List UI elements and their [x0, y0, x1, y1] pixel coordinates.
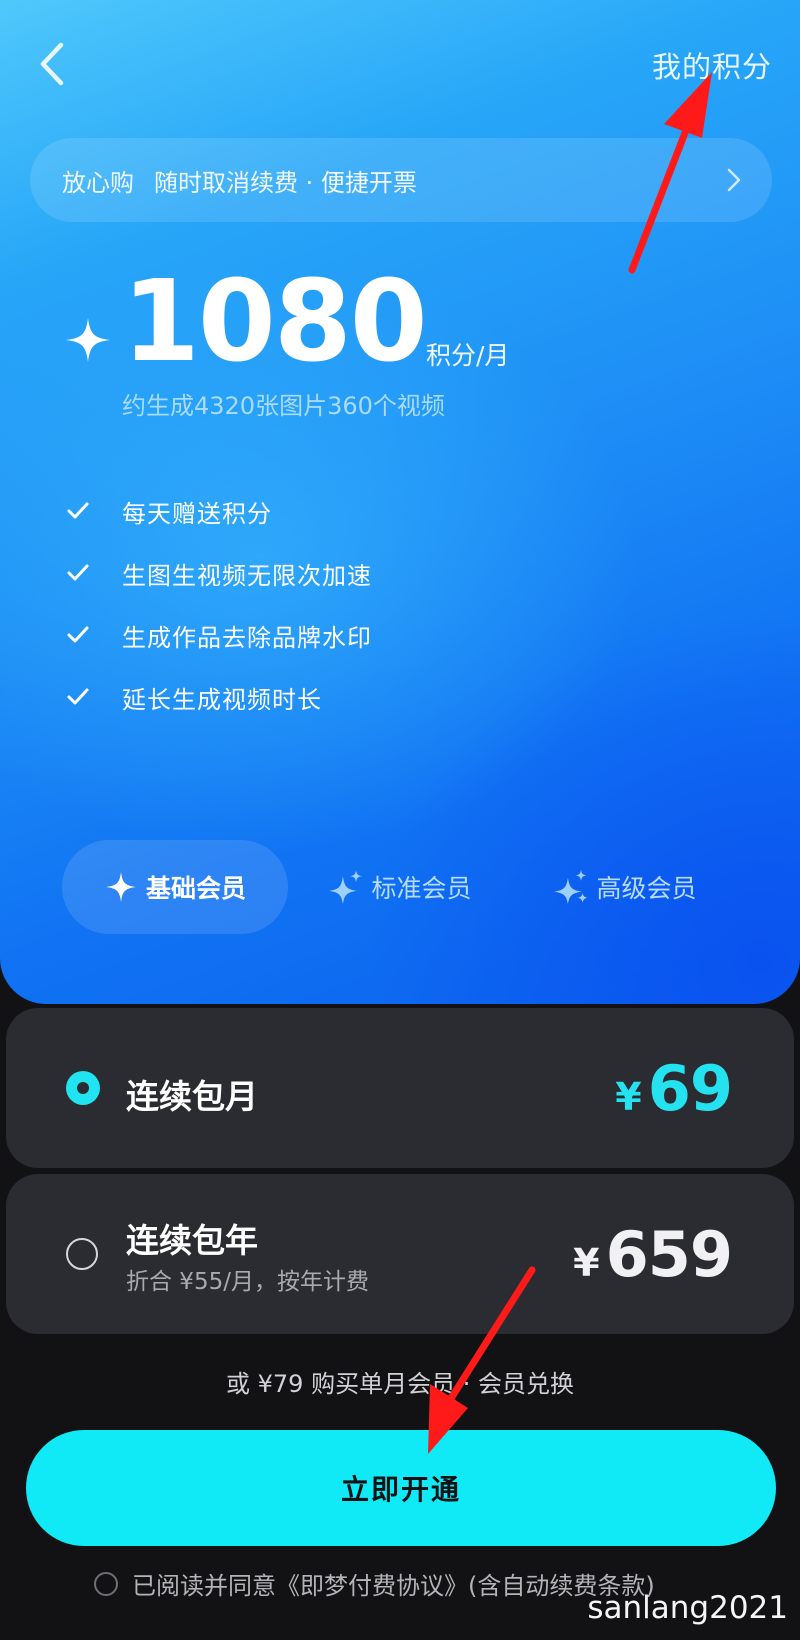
plan-name: 连续包月 [126, 1077, 258, 1116]
feature-item: 延长生成视频时长 [64, 666, 372, 728]
back-button[interactable] [28, 38, 76, 90]
membership-page: 我的积分 放心购 随时取消续费 · 便捷开票 1080 积分/月 约生成4320… [0, 0, 800, 1640]
subscribe-button[interactable]: 立即开通 [26, 1430, 776, 1546]
alt-purchase-link[interactable]: 或 ¥79 购买单月会员 · 会员兑换 [0, 1364, 800, 1399]
tab-basic-member[interactable]: 基础会员 [62, 840, 288, 934]
feature-item: 生成作品去除品牌水印 [64, 604, 372, 666]
feature-list: 每天赠送积分 生图生视频无限次加速 生成作品去除品牌水印 延长生成视频时长 [64, 480, 372, 728]
feature-label: 生成作品去除品牌水印 [122, 623, 372, 652]
tab-label: 基础会员 [145, 874, 246, 903]
currency-symbol: ¥ [615, 1075, 642, 1119]
points-subtitle: 约生成4320张图片360个视频 [122, 392, 445, 420]
sparkles-icon [554, 870, 588, 904]
plan-price: ¥ 69 [615, 1052, 733, 1125]
check-icon [64, 683, 92, 711]
price-amount: 659 [605, 1218, 733, 1291]
plan-name: 连续包年 [126, 1221, 258, 1260]
chevron-right-icon [720, 166, 748, 194]
sparkle-icon [104, 870, 138, 904]
points-unit: 积分/月 [426, 341, 510, 370]
banner-tag: 放心购 [62, 168, 134, 197]
feature-item: 每天赠送积分 [64, 480, 372, 542]
sparkles-icon [329, 870, 363, 904]
sparkle-icon [66, 318, 110, 362]
watermark: sanlang2021 [587, 1590, 788, 1626]
plan-option-monthly[interactable]: 连续包月 ¥ 69 [6, 1008, 794, 1168]
tab-premium-member[interactable]: 高级会员 [513, 840, 738, 934]
my-points-link[interactable]: 我的积分 [652, 44, 772, 86]
plan-option-yearly[interactable]: 连续包年 折合 ¥55/月，按年计费 ¥ 659 [6, 1174, 794, 1334]
tier-tabs: 基础会员 标准会员 高级会员 [62, 840, 738, 934]
feature-label: 生图生视频无限次加速 [122, 561, 372, 590]
check-icon [64, 621, 92, 649]
chevron-left-icon [40, 42, 64, 86]
radio-unselected[interactable] [66, 1238, 98, 1270]
plan-price: ¥ 659 [573, 1218, 733, 1291]
agreement-checkbox[interactable] [94, 1571, 118, 1596]
currency-symbol: ¥ [573, 1241, 600, 1285]
check-icon [64, 497, 92, 525]
tab-label: 高级会员 [596, 874, 697, 903]
agreement-row[interactable]: 已阅读并同意《即梦付费协议》(含自动续费条款) [94, 1566, 655, 1601]
feature-label: 每天赠送积分 [122, 499, 272, 528]
tab-standard-member[interactable]: 标准会员 [288, 840, 513, 934]
tab-label: 标准会员 [371, 874, 472, 903]
check-icon [64, 559, 92, 587]
banner-text: 随时取消续费 · 便捷开票 [154, 168, 417, 197]
agreement-text[interactable]: 已阅读并同意《即梦付费协议》(含自动续费条款) [132, 1566, 655, 1601]
feature-item: 生图生视频无限次加速 [64, 542, 372, 604]
feature-label: 延长生成视频时长 [122, 685, 322, 714]
assurance-banner[interactable]: 放心购 随时取消续费 · 便捷开票 [30, 138, 772, 222]
price-amount: 69 [647, 1052, 733, 1125]
hero-panel: 我的积分 放心购 随时取消续费 · 便捷开票 1080 积分/月 约生成4320… [0, 0, 800, 1004]
points-amount: 1080 [122, 257, 428, 387]
plan-subtitle: 折合 ¥55/月，按年计费 [126, 1269, 369, 1295]
radio-selected[interactable] [66, 1071, 100, 1105]
